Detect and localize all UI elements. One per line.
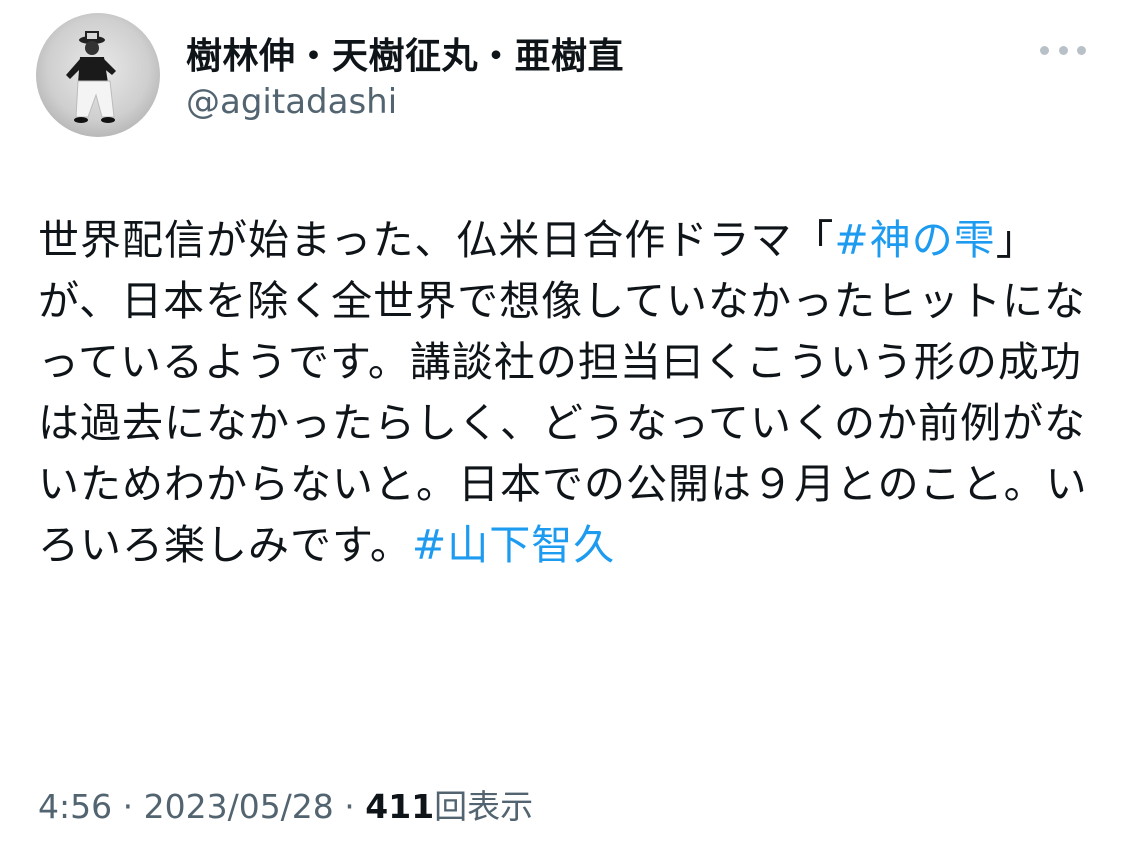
- author-display-name[interactable]: 樹林伸・天樹征丸・亜樹直: [186, 27, 624, 79]
- avatar-figure-icon: [66, 31, 116, 123]
- hashtag-link[interactable]: #神の雫: [834, 216, 995, 264]
- avatar[interactable]: [36, 13, 160, 137]
- meta-separator: ·: [333, 787, 366, 826]
- tweet-date[interactable]: 2023/05/28: [144, 787, 334, 826]
- views-count[interactable]: 411: [365, 787, 434, 826]
- tweet-meta: 4:56 · 2023/05/28 · 411回表示: [38, 780, 533, 828]
- tweet-text: 世界配信が始まった、仏米日合作ドラマ「#神の雫」が、日本を除く全世界で想像してい…: [38, 210, 1098, 576]
- more-dot: [1058, 45, 1068, 55]
- views-label: 回表示: [434, 787, 534, 826]
- meta-separator: ·: [112, 787, 144, 826]
- author-handle[interactable]: @agitadashi: [186, 82, 397, 122]
- more-dot: [1077, 45, 1086, 55]
- hashtag-link[interactable]: #山下智久: [412, 521, 615, 569]
- more-options-icon[interactable]: [1040, 40, 1086, 60]
- tweet-text-segment: 世界配信が始まった、仏米日合作ドラマ「: [38, 216, 835, 264]
- more-dot: [1040, 45, 1049, 55]
- tweet-text-segment: 」が、日本を除く全世界で想像していなかったヒットになっているようです。講談社の担…: [38, 216, 1088, 569]
- tweet-time[interactable]: 4:56: [38, 787, 112, 826]
